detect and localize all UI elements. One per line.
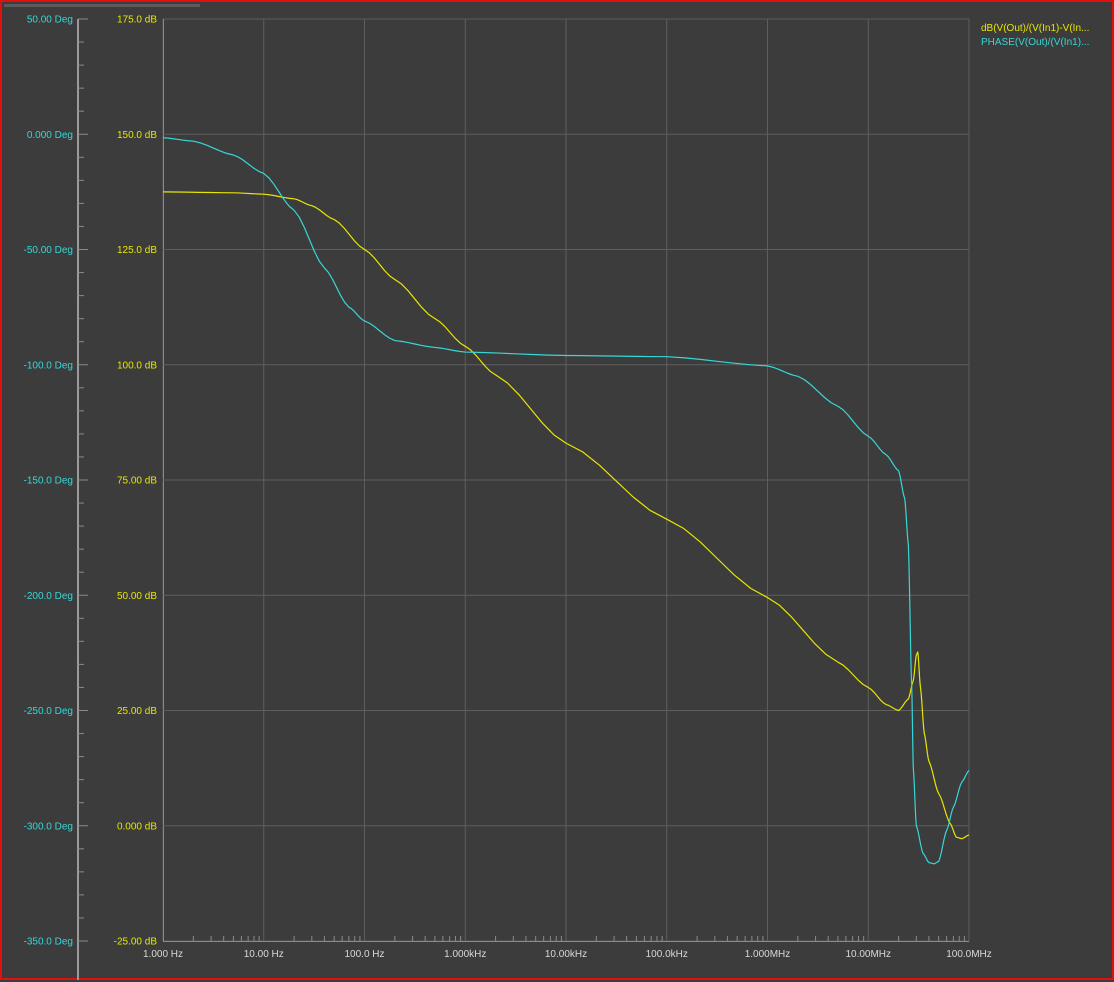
grid: [163, 19, 969, 941]
x-tick-label: 1.000 Hz: [143, 949, 183, 960]
x-tick-label: 10.00 Hz: [244, 949, 284, 960]
y-tick-label-phase: -50.00 Deg: [24, 245, 73, 256]
x-tick-label: 10.00MHz: [845, 949, 891, 960]
axis-frame: [77, 18, 970, 980]
x-axis-labels: 1.000 Hz 10.00 Hz 100.0 Hz 1.000kHz 10.00kHz…: [143, 949, 992, 960]
x-tick-label: 1.000kHz: [444, 949, 486, 960]
y-tick-label-phase: -300.0 Deg: [24, 821, 73, 832]
y-tick-label-db: 0.000 dB: [117, 821, 157, 832]
y-axis-phase-labels: 50.00 Deg 0.000 Deg -50.00 Deg -100.0 Deg -1…: [24, 15, 73, 948]
y-axis-db-labels: 175.0 dB 150.0 dB 125.0 dB 100.0 dB 75.00 dB…: [114, 15, 158, 948]
y-tick-label-phase: -100.0 Deg: [24, 360, 73, 371]
y-tick-label-phase: -150.0 Deg: [24, 476, 73, 487]
y-tick-label-phase: -350.0 Deg: [24, 937, 73, 948]
plot-window: 50.00 Deg 0.000 Deg -50.00 Deg -100.0 Deg -1…: [0, 0, 1114, 980]
y-tick-label-db: 25.00 dB: [117, 706, 157, 717]
x-tick-label: 100.0 Hz: [344, 949, 384, 960]
y-tick-label-db: 175.0 dB: [117, 15, 157, 26]
y-tick-label-db: 125.0 dB: [117, 245, 157, 256]
x-tick-label: 10.00kHz: [545, 949, 587, 960]
y-tick-label-phase: 50.00 Deg: [27, 15, 73, 26]
y-tick-label-db: 150.0 dB: [117, 130, 157, 141]
y-tick-label-phase: 0.000 Deg: [27, 130, 73, 141]
x-tick-label: 1.000MHz: [745, 949, 791, 960]
y-tick-label-db: -25.00 dB: [114, 937, 158, 948]
legend-item-db-series[interactable]: dB(V(Out)/(V(In1)-V(In...: [981, 22, 1113, 36]
y-tick-label-db: 50.00 dB: [117, 591, 157, 602]
x-axis-minor-ticks: [192, 936, 965, 941]
legend-item-phase-series[interactable]: PHASE(V(Out)/(V(In1)...: [981, 36, 1113, 50]
y-tick-label-db: 100.0 dB: [117, 360, 157, 371]
x-tick-label: 100.0MHz: [946, 949, 992, 960]
y-axis-ticks: [78, 18, 88, 942]
y-tick-label-db: 75.00 dB: [117, 476, 157, 487]
y-tick-label-phase: -200.0 Deg: [24, 591, 73, 602]
bode-plot[interactable]: 50.00 Deg 0.000 Deg -50.00 Deg -100.0 Deg -1…: [2, 2, 1114, 982]
x-tick-label: 100.0kHz: [646, 949, 688, 960]
legend: dB(V(Out)/(V(In1)-V(In... PHASE(V(Out)/(…: [981, 22, 1113, 50]
y-tick-label-phase: -250.0 Deg: [24, 706, 73, 717]
